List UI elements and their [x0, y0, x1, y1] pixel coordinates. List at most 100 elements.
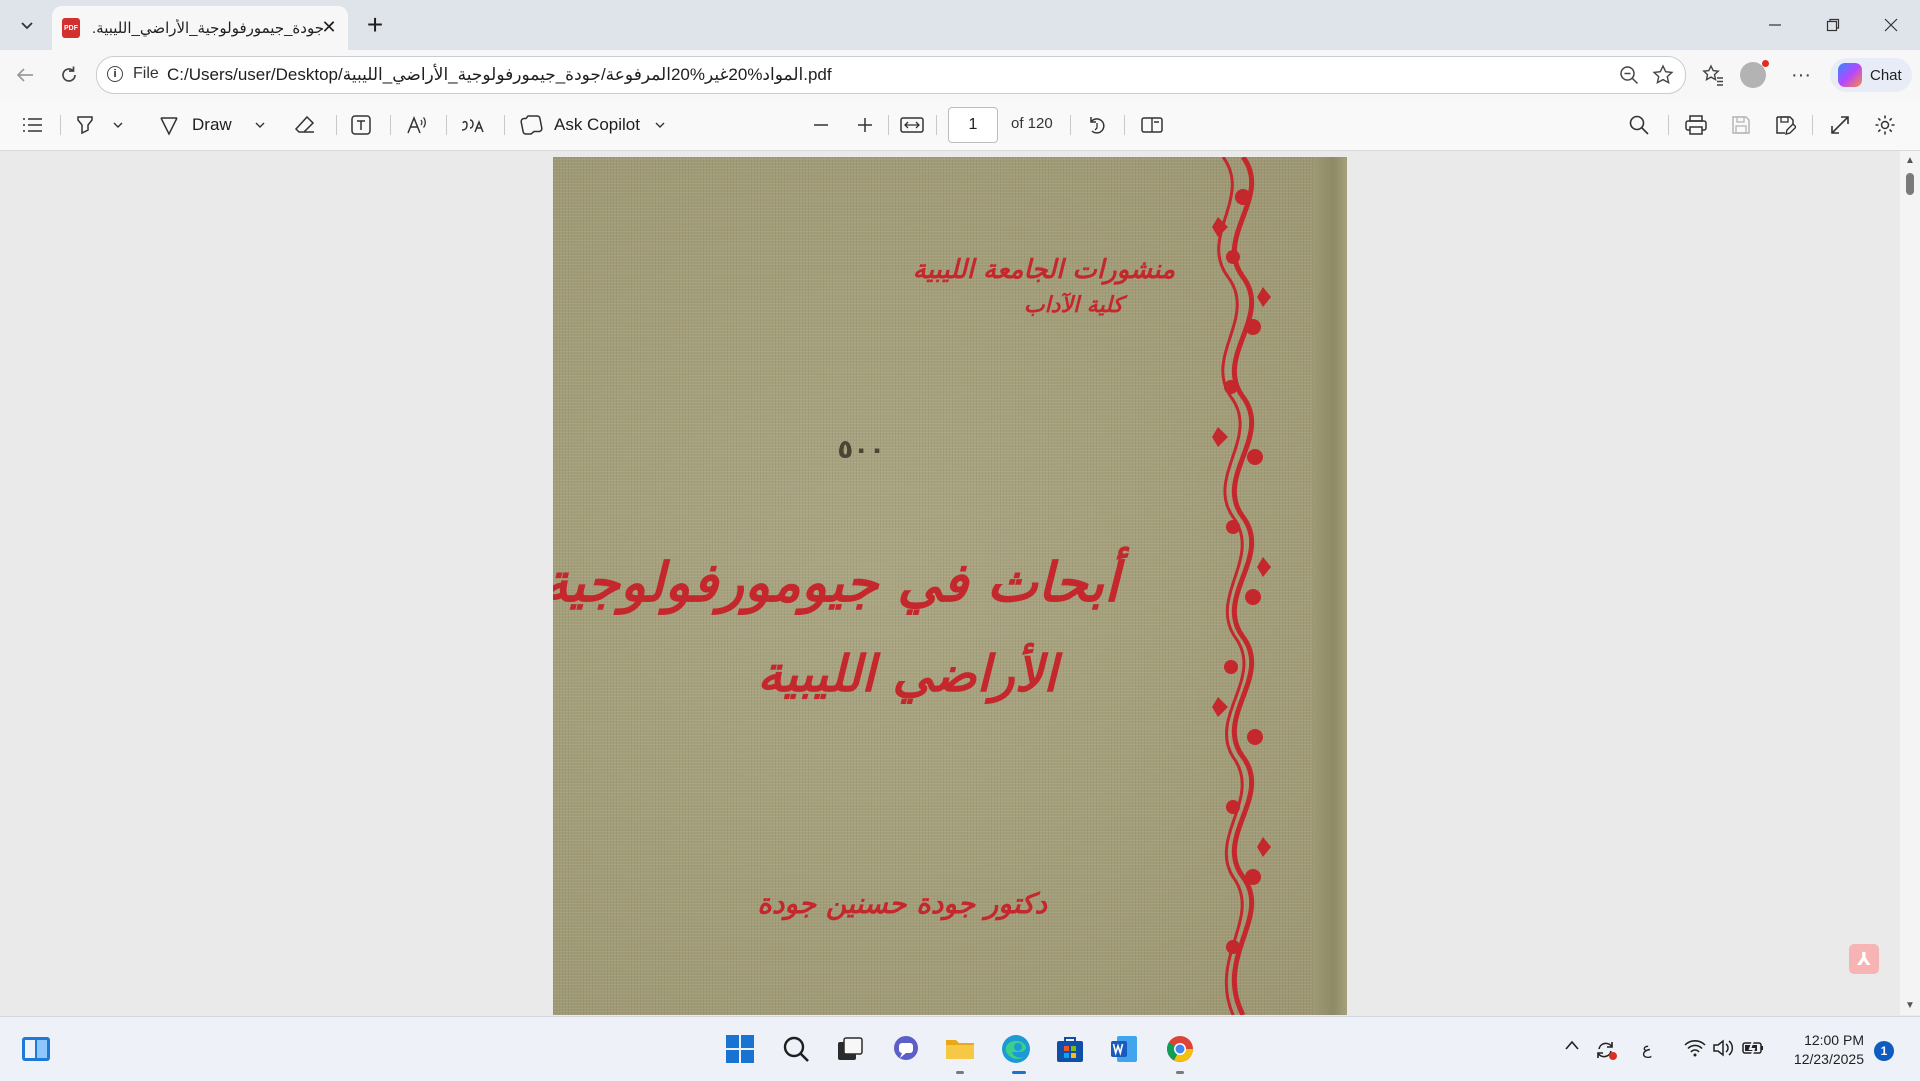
save-as-button[interactable]: [1774, 113, 1796, 137]
rotate-button[interactable]: [1086, 113, 1108, 137]
pdf-page-cover: منشورات الجامعة الليبية كلية الآداب ٥٠٠ …: [553, 157, 1347, 1015]
ask-copilot-button[interactable]: Ask Copilot: [520, 113, 666, 137]
draw-pen-icon: [160, 117, 178, 136]
scroll-down-arrow-icon[interactable]: ▼: [1905, 1000, 1915, 1011]
input-language-indicator[interactable]: ع: [1642, 1039, 1652, 1059]
widgets-icon: [22, 1037, 50, 1061]
microsoft-store-button[interactable]: [1054, 1033, 1086, 1065]
contents-button[interactable]: [22, 113, 44, 137]
back-arrow-icon: [16, 68, 33, 82]
store-bag-icon: [1057, 1037, 1083, 1062]
tab-title: جودة_جيمورفولوجية_الأراضي_الليبية.pdf: [92, 20, 324, 37]
notification-badge[interactable]: 1: [1874, 1041, 1894, 1061]
file-explorer-button[interactable]: [944, 1033, 976, 1065]
windows-taskbar: ع 12:00 PM 12/23/2025 1: [0, 1016, 1920, 1081]
refresh-icon: [62, 66, 76, 82]
clock-date: 12/23/2025: [1793, 1051, 1864, 1067]
copilot-icon: [520, 115, 543, 135]
read-aloud-button[interactable]: [406, 113, 428, 137]
fullscreen-button[interactable]: [1830, 113, 1850, 137]
widgets-button[interactable]: [20, 1033, 52, 1065]
highlight-button[interactable]: [74, 113, 96, 137]
close-icon: [1884, 18, 1898, 32]
expand-icon: [1831, 116, 1849, 134]
tab-actions-menu-button[interactable]: [10, 8, 44, 42]
task-view-button[interactable]: [834, 1033, 866, 1065]
toolbar-separator: [336, 115, 337, 135]
new-tab-button[interactable]: +: [360, 9, 390, 40]
favorites-list-icon: [1702, 64, 1723, 86]
highlighter-icon: [77, 116, 93, 135]
show-hidden-icons-button[interactable]: [1564, 1039, 1580, 1051]
add-text-button[interactable]: [350, 113, 372, 137]
translate-icon: [461, 119, 484, 133]
draw-options-button[interactable]: [254, 113, 266, 137]
battery-icon[interactable]: [1742, 1039, 1766, 1057]
page-number-input[interactable]: 1: [948, 107, 998, 143]
scrollbar-thumb[interactable]: [1906, 173, 1914, 195]
search-button[interactable]: [780, 1033, 812, 1065]
erase-button[interactable]: [294, 113, 316, 137]
settings-button[interactable]: [1874, 113, 1896, 137]
start-button[interactable]: [724, 1033, 756, 1065]
vertical-scrollbar[interactable]: ▲ ▼: [1900, 151, 1920, 1015]
copilot-chat-button[interactable]: Chat: [1830, 58, 1912, 92]
rotate-icon: [1090, 117, 1105, 134]
translate-button[interactable]: [460, 113, 486, 137]
pdf-file-icon: PDF: [62, 18, 80, 38]
favorite-star-icon[interactable]: [1651, 63, 1675, 87]
more-options-button[interactable]: ···: [1784, 58, 1818, 92]
cover-publisher: منشورات الجامعة الليبية: [912, 255, 1175, 285]
scroll-up-arrow-icon[interactable]: ▲: [1905, 155, 1915, 166]
zoom-out-icon[interactable]: [1617, 63, 1641, 87]
draw-button[interactable]: Draw: [158, 113, 232, 137]
plus-icon: [858, 118, 872, 132]
restore-button[interactable]: [1810, 8, 1856, 42]
chevron-down-icon: [255, 122, 265, 128]
minimize-button[interactable]: [1752, 8, 1798, 42]
url-text[interactable]: C:/Users/user/Desktop/المواد%20غير%20الم…: [167, 65, 832, 85]
print-button[interactable]: [1684, 113, 1708, 137]
tab-close-button[interactable]: ✕: [320, 17, 338, 37]
favorites-button[interactable]: [1696, 58, 1730, 92]
taskbar-clock[interactable]: 12:00 PM 12/23/2025: [1780, 1031, 1864, 1069]
save-button[interactable]: [1730, 113, 1752, 137]
zoom-out-button[interactable]: [812, 113, 830, 137]
edge-browser-button[interactable]: [1000, 1033, 1032, 1065]
minimize-icon: [1769, 24, 1781, 26]
wifi-icon[interactable]: [1684, 1039, 1706, 1057]
zoom-in-button[interactable]: [856, 113, 874, 137]
gear-icon: [1875, 115, 1895, 135]
browser-tab[interactable]: PDF جودة_جيمورفولوجية_الأراضي_الليبية.pd…: [52, 6, 348, 50]
close-window-button[interactable]: [1868, 8, 1914, 42]
page-view-button[interactable]: [1140, 113, 1164, 137]
teams-chat-button[interactable]: [890, 1033, 922, 1065]
chat-bubble-icon: [894, 1036, 918, 1060]
word-button[interactable]: [1108, 1033, 1140, 1065]
info-icon[interactable]: i: [107, 66, 123, 82]
volume-icon[interactable]: [1712, 1039, 1734, 1057]
address-bar[interactable]: i File C:/Users/user/Desktop/المواد%20غي…: [96, 56, 1686, 94]
sync-status-icon[interactable]: [1594, 1039, 1618, 1061]
clock-time: 12:00 PM: [1804, 1032, 1864, 1048]
restore-icon: [1826, 18, 1840, 32]
chrome-button[interactable]: [1164, 1033, 1196, 1065]
find-button[interactable]: [1628, 113, 1650, 137]
toolbar-separator: [1668, 115, 1669, 135]
refresh-button[interactable]: [52, 58, 86, 92]
scheme-label: File: [133, 65, 159, 82]
fit-to-width-button[interactable]: [900, 113, 924, 137]
adobe-acrobat-icon[interactable]: ⅄: [1849, 944, 1879, 974]
profile-alert-dot: [1762, 60, 1769, 67]
cover-faculty: كلية الآداب: [1023, 293, 1123, 318]
toolbar-separator: [390, 115, 391, 135]
back-button[interactable]: [8, 58, 42, 92]
ornamental-border: [1212, 157, 1271, 1015]
toolbar-separator: [504, 115, 505, 135]
ask-copilot-label: Ask Copilot: [554, 115, 640, 134]
running-indicator: [1176, 1071, 1184, 1074]
cover-author: دكتور جودة حسنين جودة: [757, 887, 1047, 920]
tab-strip: PDF جودة_جيمورفولوجية_الأراضي_الليبية.pd…: [0, 0, 1920, 50]
toolbar-separator: [1812, 115, 1813, 135]
highlight-options-button[interactable]: [112, 113, 124, 137]
